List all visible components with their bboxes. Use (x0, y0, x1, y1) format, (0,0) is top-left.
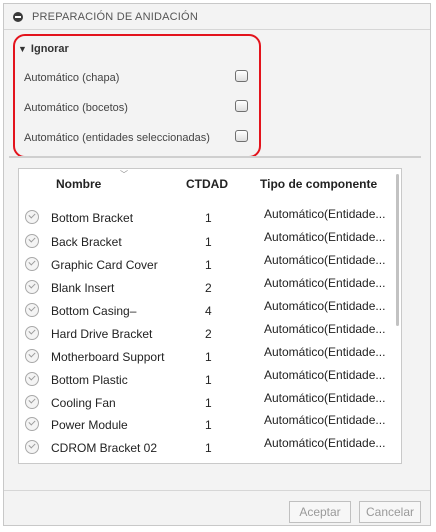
row-name: Motherboard Support (51, 350, 165, 364)
row-type[interactable]: Automático(Entidade... (264, 207, 385, 221)
row-type[interactable]: Automático(Entidade... (264, 345, 385, 359)
row-type[interactable]: Automático(Entidade... (264, 436, 385, 450)
row-type[interactable]: Automático(Entidade... (264, 230, 385, 244)
table-row[interactable]: Back Bracket 1 Automático(Entidade... (19, 230, 391, 253)
row-type[interactable]: Automático(Entidade... (264, 276, 385, 290)
ignore-group-header[interactable]: ▼ Ignorar (18, 43, 69, 55)
row-name: Power Module (51, 418, 128, 432)
row-type[interactable]: Automático(Entidade... (264, 299, 385, 313)
check-circle-icon (25, 440, 39, 454)
row-qty: 1 (205, 211, 212, 225)
table-row[interactable]: Power Module 1 Automático(Entidade... (19, 413, 391, 436)
cancel-button[interactable]: Cancelar (359, 501, 421, 523)
row-qty: 2 (205, 327, 212, 341)
check-circle-icon (25, 372, 39, 386)
scrollbar-thumb[interactable] (396, 174, 399, 326)
accept-button[interactable]: Aceptar (289, 501, 351, 523)
row-name: Bottom Casing– (51, 304, 137, 318)
dialog-header[interactable]: PREPARACIÓN DE ANIDACIÓN (4, 4, 430, 30)
row-qty: 4 (205, 304, 212, 318)
row-type[interactable]: Automático(Entidade... (264, 391, 385, 405)
check-circle-icon (25, 395, 39, 409)
check-circle-icon (25, 326, 39, 340)
column-header-type[interactable]: Tipo de componente (260, 177, 377, 191)
row-type[interactable]: Automático(Entidade... (264, 368, 385, 382)
row-type[interactable]: Automático(Entidade... (264, 253, 385, 267)
option-label: Automático (chapa) (24, 72, 120, 84)
checkbox-sketches[interactable] (235, 100, 248, 112)
option-selected-entities: Automático (entidades seleccionadas) (24, 128, 256, 148)
collapse-icon[interactable] (13, 12, 23, 22)
row-qty: 1 (205, 441, 212, 455)
row-name: Graphic Card Cover (51, 258, 158, 272)
row-name: Hard Drive Bracket (51, 327, 153, 341)
checkbox-selected-entities[interactable] (235, 130, 248, 142)
option-sheet-metal: Automático (chapa) (24, 68, 256, 88)
checkbox-sheet-metal[interactable] (235, 70, 248, 82)
expand-triangle-icon: ▼ (18, 44, 27, 54)
option-sketches: Automático (bocetos) (24, 98, 256, 118)
option-label: Automático (bocetos) (24, 102, 128, 114)
dialog-title: PREPARACIÓN DE ANIDACIÓN (32, 11, 198, 23)
check-circle-icon (25, 417, 39, 431)
row-qty: 2 (205, 281, 212, 295)
check-circle-icon (25, 234, 39, 248)
footer-divider (4, 490, 430, 491)
components-table: ﹀ Nombre CTDAD Tipo de componente Bottom… (18, 168, 402, 464)
table-row[interactable]: Motherboard Support 1 Automático(Entidad… (19, 345, 391, 368)
row-name: Bottom Plastic (51, 373, 128, 387)
row-qty: 1 (205, 418, 212, 432)
row-name: Blank Insert (51, 281, 115, 295)
table-row[interactable]: Bottom Plastic 1 Automático(Entidade... (19, 368, 391, 391)
column-header-name[interactable]: Nombre (56, 177, 101, 191)
check-circle-icon (25, 280, 39, 294)
table-row[interactable]: Cooling Fan 1 Automático(Entidade... (19, 391, 391, 414)
row-type[interactable]: Automático(Entidade... (264, 413, 385, 427)
check-circle-icon (25, 210, 39, 224)
row-name: Cooling Fan (51, 396, 116, 410)
row-name: Back Bracket (51, 235, 122, 249)
row-name: CDROM Bracket 02 (51, 441, 158, 455)
row-qty: 1 (205, 258, 212, 272)
row-type[interactable]: Automático(Entidade... (264, 322, 385, 336)
row-name: Bottom Bracket (51, 211, 134, 225)
table-scrollbar[interactable] (393, 169, 401, 463)
option-label: Automático (entidades seleccionadas) (24, 132, 210, 144)
table-row[interactable]: CDROM Bracket 02 1 Automático(Entidade..… (19, 436, 391, 459)
nesting-preparation-dialog: PREPARACIÓN DE ANIDACIÓN ▼ Ignorar Automá… (3, 3, 431, 526)
row-qty: 1 (205, 235, 212, 249)
column-header-qty[interactable]: CTDAD (186, 177, 228, 191)
check-circle-icon (25, 349, 39, 363)
table-row[interactable]: Hard Drive Bracket 2 Automático(Entidade… (19, 322, 391, 345)
table-row[interactable]: Graphic Card Cover 1 Automático(Entidade… (19, 253, 391, 276)
ignore-group-title: Ignorar (30, 43, 69, 55)
check-circle-icon (25, 257, 39, 271)
row-qty: 1 (205, 396, 212, 410)
ignore-group-highlight: ▼ Ignorar Automático (chapa) Automático (… (13, 34, 261, 158)
table-row[interactable]: Bottom Bracket 1 Automático(Entidade... (19, 206, 391, 229)
row-qty: 1 (205, 350, 212, 364)
section-divider[interactable] (9, 156, 421, 158)
table-row[interactable]: Bottom Casing– 4 Automático(Entidade... (19, 299, 391, 322)
table-row[interactable]: Blank Insert 2 Automático(Entidade... (19, 276, 391, 299)
row-qty: 1 (205, 373, 212, 387)
sort-caret-icon: ﹀ (120, 170, 128, 179)
check-circle-icon (25, 303, 39, 317)
